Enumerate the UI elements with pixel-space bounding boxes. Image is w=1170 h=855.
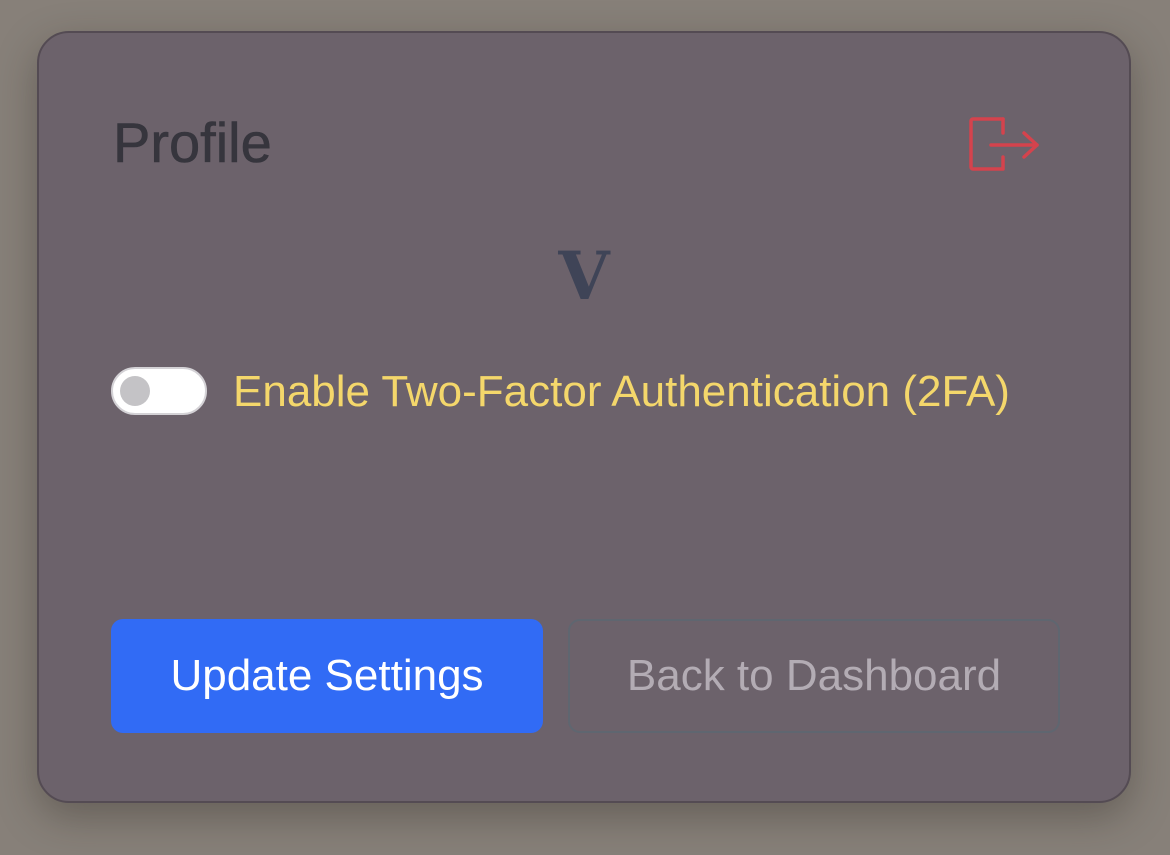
avatar: V bbox=[558, 237, 610, 315]
update-settings-button[interactable]: Update Settings bbox=[111, 619, 543, 733]
page-title: Profile bbox=[113, 111, 272, 175]
logout-button[interactable] bbox=[965, 113, 1045, 177]
toggle-knob bbox=[120, 376, 150, 406]
profile-card: Profile V Enable Two-Factor Authenticati… bbox=[37, 31, 1131, 803]
two-factor-label[interactable]: Enable Two-Factor Authentication (2FA) bbox=[233, 355, 1013, 429]
back-to-dashboard-button[interactable]: Back to Dashboard bbox=[568, 619, 1060, 733]
two-factor-toggle[interactable] bbox=[111, 367, 207, 415]
logout-icon bbox=[969, 117, 1039, 171]
